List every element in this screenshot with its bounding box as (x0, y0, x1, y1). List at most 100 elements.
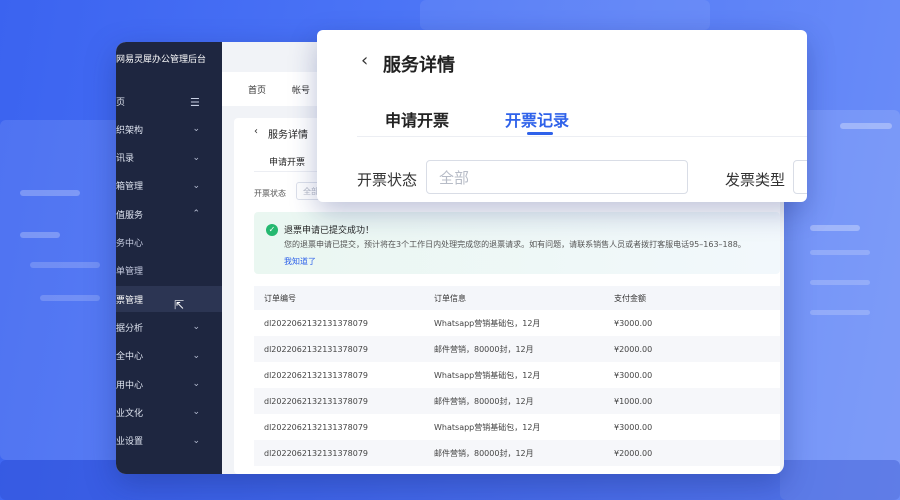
sidebar-item[interactable]: 务中心 (116, 230, 222, 256)
check-circle-icon: ✓ (266, 224, 278, 236)
backdrop-panel-top (420, 0, 710, 30)
cell-order-id: dl2022062132131378079 (264, 318, 369, 328)
sidebar: 网易灵犀办公管理后台 页织架构 ⌄ 讯录 ⌄ 箱管理 ⌄ 值服务 ⌃ 务中心单管理票管理据分析 ⌄… (116, 42, 222, 474)
header-amount: 支付金额 (614, 293, 646, 303)
order-table: 订单编号 订单信息 支付金额 dl2022062132131378079 What… (254, 286, 780, 466)
sidebar-item[interactable]: 单管理 (116, 258, 222, 284)
success-alert: ✓ 退票申请已提交成功！ 您的退票申请已提交，预计将在3个工作日内处理完成您的退… (254, 212, 780, 274)
cell-order-info: 邮件营销，80000封，12月 (434, 344, 534, 354)
sidebar-item-label: 用中心 (116, 380, 144, 391)
backdrop-line (40, 295, 100, 301)
sidebar-item-label: 单管理 (116, 267, 144, 278)
cell-amount: ¥3000.00 (614, 318, 653, 328)
cell-amount: ¥2000.00 (614, 344, 653, 354)
tab-divider (357, 136, 807, 137)
tab-invoice-records[interactable]: 开票记录 (505, 107, 569, 131)
chevron-icon: ⌄ (192, 124, 200, 135)
header-order-id: 订单编号 (264, 293, 296, 303)
header-order-info: 订单信息 (434, 293, 466, 303)
sidebar-item-label: 页 (116, 97, 126, 108)
alert-description: 您的退票申请已提交，预计将在3个工作日内处理完成您的退票请求。如有问题，请联系销… (284, 240, 746, 249)
backdrop-line (810, 250, 870, 255)
zoom-page-title: 服务详情 (383, 55, 455, 76)
table-header: 订单编号 订单信息 支付金额 (254, 286, 780, 310)
status-filter-label: 开票状态 (254, 189, 286, 198)
cell-order-info: 邮件营销，80000封，12月 (434, 396, 534, 406)
table-row[interactable]: dl2022062132131378079 邮件营销，80000封，12月 ¥100… (254, 388, 780, 414)
back-icon[interactable]: ‹ (361, 50, 368, 71)
sidebar-item[interactable]: 票管理 (116, 286, 222, 313)
backdrop-line (810, 280, 870, 285)
backdrop-line (30, 262, 100, 268)
tab-account[interactable]: 帐号 (292, 83, 310, 96)
page-title: 服务详情 (268, 130, 308, 141)
chevron-icon: ⌄ (192, 152, 200, 163)
app-title: 网易灵犀办公管理后台 (116, 55, 207, 65)
cell-amount: ¥3000.00 (614, 422, 653, 432)
sidebar-item-label: 据分析 (116, 323, 144, 334)
sidebar-item[interactable]: 讯录 ⌄ (116, 145, 222, 171)
backdrop-line (20, 190, 80, 196)
cell-order-info: Whatsapp营销基础包，12月 (434, 318, 541, 328)
table-row[interactable]: dl2022062132131378079 Whatsapp营销基础包，12月 ¥3… (254, 310, 780, 336)
sidebar-item-label: 务中心 (116, 239, 144, 249)
backdrop-line (810, 310, 870, 315)
sidebar-item-label: 全中心 (116, 352, 144, 363)
zoomed-detail-card: ‹ 服务详情 申请开票 开票记录 开票状态 全部 发票类型 (317, 30, 807, 202)
sidebar-item[interactable]: 据分析 ⌄ (116, 314, 222, 340)
sidebar-item[interactable]: 业设置 ⌄ (116, 428, 222, 454)
tab-apply-invoice[interactable]: 申请开票 (269, 155, 305, 168)
chevron-icon: ⌄ (192, 322, 200, 333)
collapse-menu-icon[interactable]: ☰ (190, 96, 200, 109)
status-filter-label: 开票状态 (357, 171, 418, 189)
invoice-type-select[interactable] (793, 160, 807, 194)
chevron-icon: ⌄ (192, 350, 200, 361)
sidebar-item-label: 业设置 (116, 437, 144, 448)
cell-order-info: 邮件营销，80000封，12月 (434, 448, 534, 458)
cell-order-info: Whatsapp营销基础包，12月 (434, 422, 541, 432)
sidebar-item[interactable]: 值服务 ⌃ (116, 201, 222, 227)
cell-amount: ¥3000.00 (614, 370, 653, 380)
sidebar-item-label: 织架构 (116, 125, 144, 136)
dismiss-alert-link[interactable]: 我知道了 (284, 256, 316, 267)
invoice-type-label: 发票类型 (725, 171, 786, 189)
chevron-icon: ⌄ (192, 435, 200, 446)
mouse-pointer-icon: ⇱ (174, 298, 185, 312)
sidebar-item-label: 箱管理 (116, 182, 144, 193)
table-row[interactable]: dl2022062132131378079 邮件营销，80000封，12月 ¥200… (254, 440, 780, 466)
table-row[interactable]: dl2022062132131378079 Whatsapp营销基础包，12月 ¥3… (254, 362, 780, 388)
cell-order-id: dl2022062132131378079 (264, 448, 369, 458)
backdrop-line (20, 232, 60, 238)
sidebar-item-label: 业文化 (116, 408, 144, 419)
chevron-icon: ⌃ (192, 209, 200, 220)
sidebar-item[interactable]: 页 (116, 88, 222, 114)
table-row[interactable]: dl2022062132131378079 邮件营销，80000封，12月 ¥200… (254, 336, 780, 362)
sidebar-item-label: 讯录 (116, 154, 135, 165)
chevron-icon: ⌄ (192, 379, 200, 389)
sidebar-item[interactable]: 箱管理 ⌄ (116, 173, 222, 199)
sidebar-item-label: 值服务 (116, 210, 144, 221)
sidebar-item[interactable]: 业文化 ⌄ (116, 399, 222, 425)
cell-order-id: dl2022062132131378079 (264, 422, 369, 432)
alert-title: 退票申请已提交成功！ (284, 226, 375, 236)
active-tab-indicator (527, 132, 553, 135)
cell-order-info: Whatsapp营销基础包，12月 (434, 370, 541, 380)
back-icon[interactable]: ‹ (254, 126, 258, 137)
tab-apply-invoice[interactable]: 申请开票 (385, 107, 449, 131)
sidebar-item[interactable]: 织架构 ⌄ (116, 116, 222, 142)
cell-order-id: dl2022062132131378079 (264, 370, 369, 380)
sidebar-item[interactable]: 用中心 ⌄ (116, 371, 222, 397)
cell-order-id: dl2022062132131378079 (264, 396, 369, 406)
chevron-icon: ⌄ (192, 180, 200, 191)
cell-amount: ¥2000.00 (614, 448, 653, 458)
chevron-icon: ⌄ (192, 407, 200, 418)
sidebar-item[interactable]: 全中心 ⌄ (116, 343, 222, 369)
sidebar-item-label: 票管理 (116, 295, 144, 306)
table-row[interactable]: dl2022062132131378079 Whatsapp营销基础包，12月 ¥3… (254, 414, 780, 440)
backdrop-line (810, 225, 860, 231)
cell-order-id: dl2022062132131378079 (264, 344, 369, 354)
status-filter-select[interactable]: 全部 (426, 160, 688, 194)
tab-home[interactable]: 首页 (248, 83, 266, 96)
backdrop-line (840, 123, 892, 129)
cell-amount: ¥1000.00 (614, 396, 653, 406)
